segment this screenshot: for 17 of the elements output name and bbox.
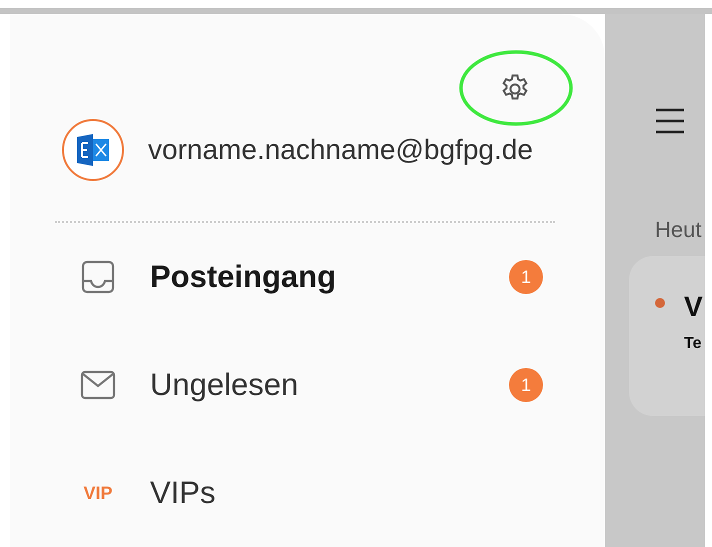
unread-count-badge: 1 — [509, 260, 543, 294]
account-email: vorname.nachname@bgfpg.de — [148, 133, 533, 167]
inbox-icon — [81, 260, 115, 294]
section-header: Heut — [655, 216, 702, 244]
folder-label: Posteingang — [150, 258, 338, 296]
message-card[interactable]: V Te — [629, 256, 705, 416]
message-subject: Te — [684, 334, 702, 354]
folder-item[interactable]: Posteingang 1 — [10, 223, 605, 331]
vip-icon: VIP — [83, 480, 112, 506]
folder-item[interactable]: VIP VIPs — [10, 439, 605, 547]
folder-label: Ungelesen — [150, 366, 300, 404]
folder-item[interactable]: Ungelesen 1 — [10, 331, 605, 439]
menu-icon[interactable] — [655, 108, 685, 134]
folder-label: VIPs — [150, 474, 216, 512]
envelope-icon — [80, 370, 116, 400]
unread-count-badge: 1 — [509, 368, 543, 402]
message-sender: V — [684, 290, 703, 324]
